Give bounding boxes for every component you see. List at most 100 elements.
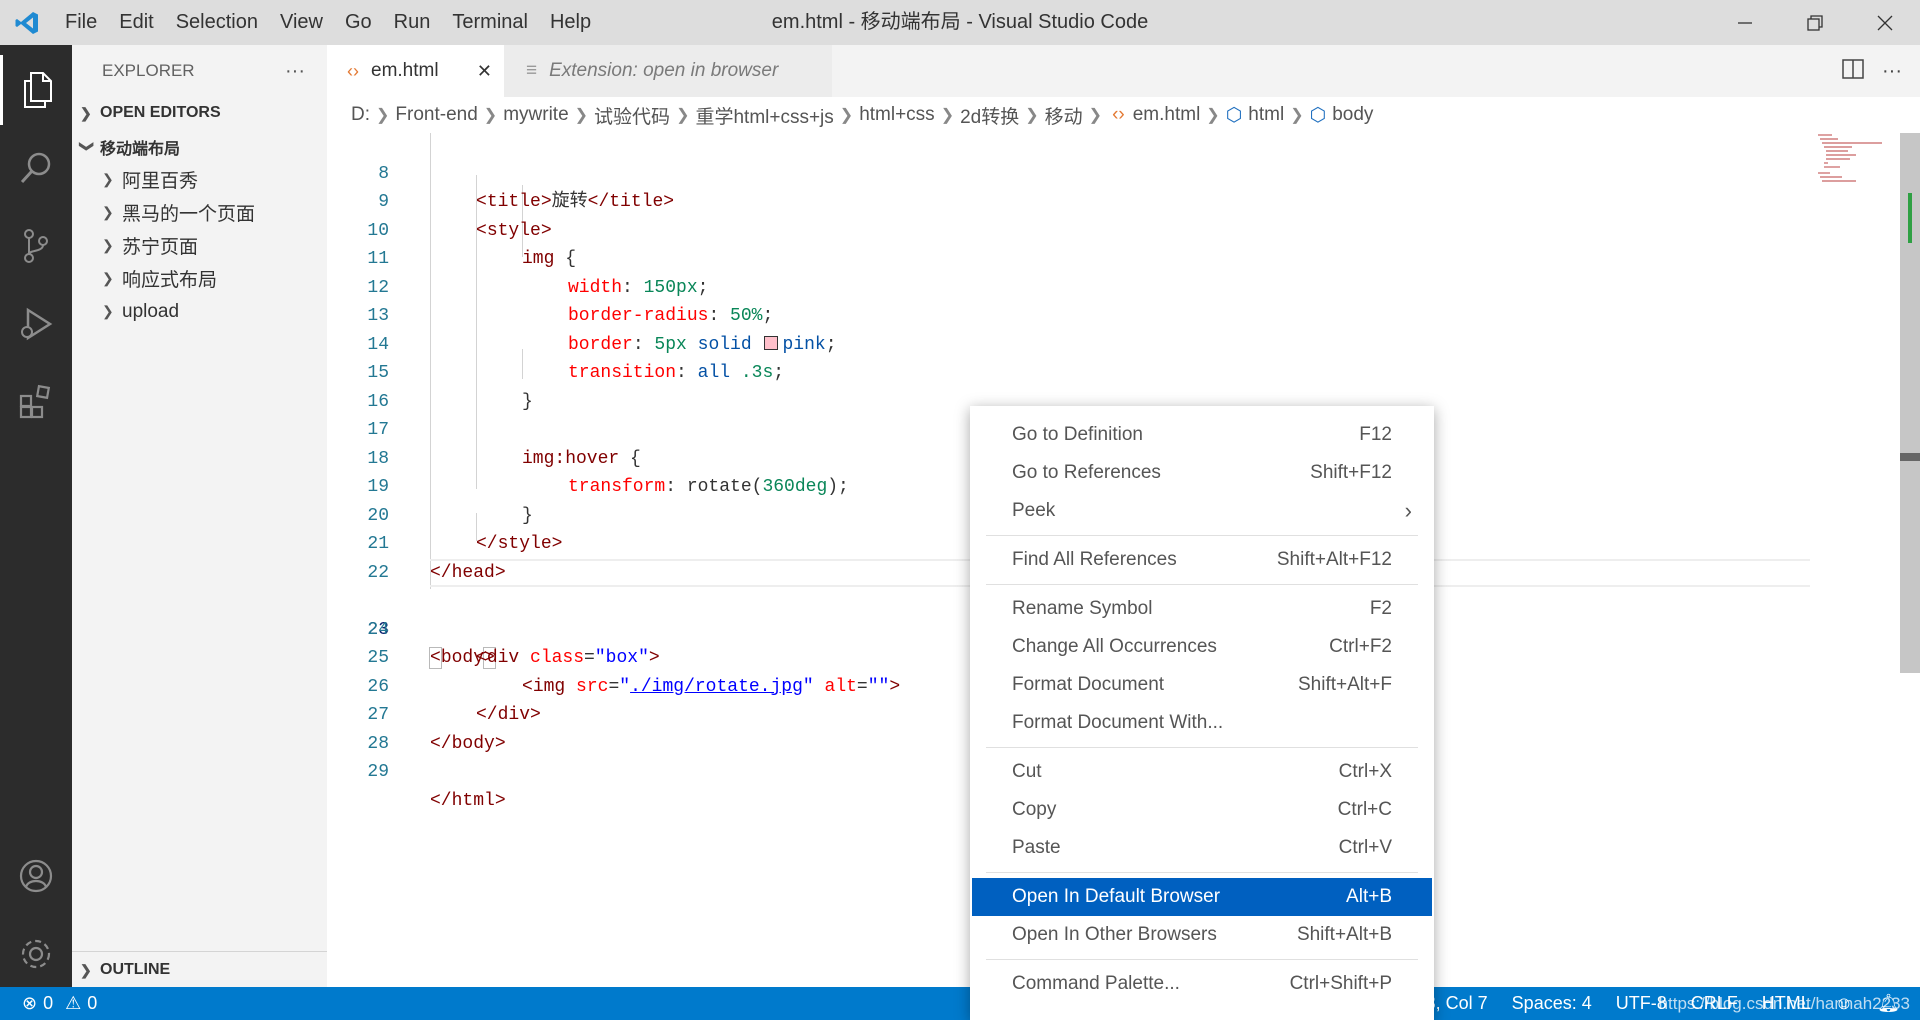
tree-item-suning[interactable]: ❯ 苏宁页面 <box>72 229 327 262</box>
warning-count: 0 <box>87 993 98 1013</box>
menu-item-paste[interactable]: Paste Ctrl+V <box>972 829 1432 867</box>
menu-separator <box>986 872 1418 873</box>
problems-indicator[interactable]: ⊗ 0 ⚠ 0 <box>0 993 97 1014</box>
more-actions-icon[interactable]: ··· <box>285 60 305 83</box>
chevron-right-icon: ❯ <box>102 171 114 187</box>
menu-item-copy[interactable]: Copy Ctrl+C <box>972 791 1432 829</box>
menu-file[interactable]: File <box>54 11 108 34</box>
minimap[interactable] <box>1812 133 1892 193</box>
menu-item-cut[interactable]: Cut Ctrl+X <box>972 753 1432 791</box>
menu-item-peek[interactable]: Peek › <box>972 492 1432 530</box>
code-line: 13 border: 5px solid pink; <box>327 274 1777 355</box>
title-bar: File Edit Selection View Go Run Terminal… <box>0 0 1920 45</box>
menu-item-command-palette[interactable]: Command Palette... Ctrl+Shift+P <box>972 965 1432 1003</box>
menu-view[interactable]: View <box>269 11 334 34</box>
breadcrumb-item[interactable]: mywrite <box>503 104 568 126</box>
breadcrumb-item[interactable]: em.html <box>1133 104 1201 126</box>
indentation[interactable]: Spaces: 4 <box>1512 993 1592 1014</box>
tab-bar: ‹› em.html ✕ ≡ Extension: open in browse… <box>327 45 1920 97</box>
error-icon: ⊗ <box>22 993 38 1013</box>
chevron-down-icon: ❯ <box>79 140 96 152</box>
chevron-right-icon: ❯ <box>80 104 92 121</box>
code-line: 9 <style> <box>327 160 1777 241</box>
search-icon[interactable] <box>0 133 72 203</box>
chevron-right-icon: ❯ <box>102 237 114 253</box>
menu-item-rename-symbol[interactable]: Rename Symbol F2 <box>972 590 1432 628</box>
code-line: 16 <box>327 359 1777 412</box>
code-line: 15 } <box>327 331 1777 412</box>
html-file-icon: ‹› <box>347 60 359 81</box>
code-line: 8 <title>旋转</title> <box>327 133 1777 213</box>
error-count: 0 <box>43 993 54 1013</box>
symbol-element-icon: ⬡ <box>1225 104 1243 126</box>
menu-edit[interactable]: Edit <box>108 11 164 34</box>
tab-label: em.html <box>371 60 439 81</box>
code-line: 10 img { <box>327 188 1777 270</box>
split-editor-icon[interactable] <box>1842 58 1864 84</box>
outline-section[interactable]: ❯ OUTLINE <box>72 952 327 988</box>
menu-terminal[interactable]: Terminal <box>441 11 539 34</box>
tree-item-label: 黑马的一个页面 <box>122 204 256 225</box>
breadcrumb-item[interactable]: 试验代码 <box>594 102 670 129</box>
tree-item-heima[interactable]: ❯ 黑马的一个页面 <box>72 196 327 229</box>
breadcrumb-item[interactable]: body <box>1332 104 1373 126</box>
settings-gear-icon[interactable] <box>0 919 72 989</box>
explorer-icon[interactable] <box>0 55 72 125</box>
source-control-icon[interactable] <box>0 211 72 281</box>
status-bar: ⊗ 0 ⚠ 0 23, Col 7 Spaces: 4 UTF-8 CRLF H… <box>0 987 1920 1020</box>
tree-item-label: 阿里百秀 <box>122 171 199 192</box>
menu-item-format-document[interactable]: Format Document Shift+Alt+F <box>972 666 1432 704</box>
menu-item-open-in-default-browser[interactable]: Open In Default Browser Alt+B <box>972 878 1432 916</box>
menu-separator <box>986 584 1418 585</box>
accounts-icon[interactable] <box>0 841 72 911</box>
extensions-icon[interactable] <box>0 367 72 437</box>
folder-label: 移动端布局 <box>100 141 181 158</box>
menu-separator <box>986 959 1418 960</box>
menu-item-go-to-definition[interactable]: Go to Definition F12 <box>972 416 1432 454</box>
chevron-right-icon: ❯ <box>102 303 114 319</box>
menu-item-find-all-references[interactable]: Find All References Shift+Alt+F12 <box>972 541 1432 579</box>
close-icon[interactable]: ✕ <box>477 61 492 82</box>
breadcrumb-item[interactable]: 2d转换 <box>960 102 1019 129</box>
breadcrumb-item[interactable]: D: <box>351 104 370 126</box>
close-window-button[interactable] <box>1850 0 1920 45</box>
explorer-sidebar: EXPLORER ··· ❯ OPEN EDITORS ❯ 移动端布局 ❯ 阿里… <box>72 45 327 987</box>
open-editors-section[interactable]: ❯ OPEN EDITORS <box>72 97 327 129</box>
menu-item-go-to-references[interactable]: Go to References Shift+F12 <box>972 454 1432 492</box>
warning-icon: ⚠ <box>65 993 82 1013</box>
activity-bar <box>0 45 72 987</box>
restore-button[interactable] <box>1780 0 1850 45</box>
code-line: 12 border-radius: 50%; <box>327 245 1777 327</box>
breadcrumb-item[interactable]: html+css <box>859 104 935 126</box>
tree-item-responsive[interactable]: ❯ 响应式布局 <box>72 262 327 295</box>
menu-item-change-all-occurrences[interactable]: Change All Occurrences Ctrl+F2 <box>972 628 1432 666</box>
explorer-title: EXPLORER <box>102 61 195 80</box>
folder-section[interactable]: ❯ 移动端布局 <box>72 131 327 163</box>
menu-selection[interactable]: Selection <box>165 11 269 34</box>
run-debug-icon[interactable] <box>0 289 72 359</box>
chevron-right-icon: ❯ <box>102 204 114 220</box>
vertical-scrollbar[interactable] <box>1900 133 1920 673</box>
tree-item-upload[interactable]: ❯ upload <box>72 295 327 328</box>
more-actions-icon[interactable]: ··· <box>1882 60 1902 83</box>
breadcrumb-item[interactable]: 移动 <box>1045 102 1083 129</box>
scroll-marker <box>1900 453 1920 461</box>
tab-extension[interactable]: ≡ Extension: open in browser <box>504 45 832 97</box>
breadcrumb-item[interactable]: 重学html+css+js <box>695 102 833 129</box>
breadcrumb: D: ❯ Front-end ❯ mywrite ❯ 试验代码 ❯ 重学html+css… <box>327 97 1920 133</box>
breadcrumb-item[interactable]: html <box>1248 104 1284 126</box>
menu-run[interactable]: Run <box>383 11 442 34</box>
open-editors-label: OPEN EDITORS <box>100 104 221 121</box>
breadcrumb-item[interactable]: Front-end <box>395 104 477 126</box>
menu-separator <box>986 535 1418 536</box>
menu-item-format-document-with[interactable]: Format Document With... <box>972 704 1432 742</box>
minimize-button[interactable] <box>1710 0 1780 45</box>
menu-help[interactable]: Help <box>539 11 602 34</box>
tree-item-alibaixiu[interactable]: ❯ 阿里百秀 <box>72 163 327 196</box>
menu-go[interactable]: Go <box>334 11 383 34</box>
chevron-right-icon: › <box>1404 498 1412 523</box>
tab-em-html[interactable]: ‹› em.html ✕ <box>327 45 504 97</box>
menu-item-open-in-other-browsers[interactable]: Open In Other Browsers Shift+Alt+B <box>972 916 1432 954</box>
tab-label: Extension: open in browser <box>549 60 779 81</box>
chevron-right-icon: ❯ <box>80 961 92 978</box>
